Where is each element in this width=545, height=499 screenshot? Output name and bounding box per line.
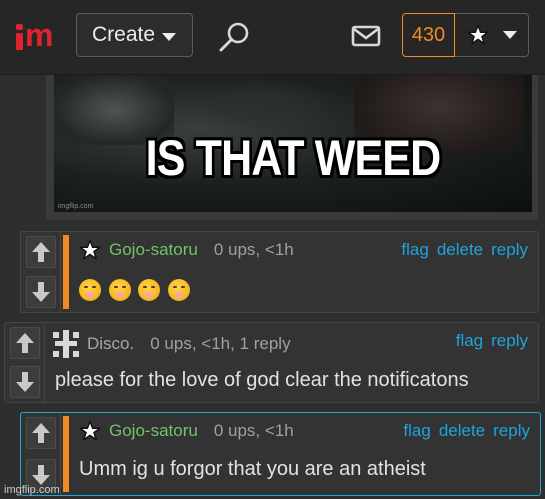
- comment-body: Umm ig u forgor that you are an atheist: [79, 458, 426, 480]
- comment-meta: 0 ups, <1h: [213, 421, 294, 440]
- user-avatar-icon: [51, 329, 81, 359]
- vote-column: [5, 323, 45, 402]
- flag-link[interactable]: flag: [456, 331, 483, 351]
- top-bar: m Create 430: [0, 0, 545, 75]
- delete-link[interactable]: delete: [439, 421, 485, 441]
- arrow-up-icon: [32, 242, 50, 262]
- create-label: Create: [92, 23, 156, 46]
- downvote-button[interactable]: [26, 276, 56, 308]
- shushing-face-icon: [167, 278, 190, 301]
- vote-column: [21, 232, 61, 312]
- reply-link[interactable]: reply: [491, 240, 528, 260]
- chevron-down-icon: [162, 32, 177, 41]
- meme-caption: IS THAT WEED: [145, 130, 442, 186]
- notification-count[interactable]: 430: [402, 13, 455, 57]
- arrow-up-icon: [32, 423, 50, 443]
- shushing-face-icon: [138, 278, 161, 301]
- op-indicator-bar: [63, 416, 69, 492]
- comment-actions: flag reply: [456, 331, 528, 351]
- comment-meta: 0 ups, <1h, 1 reply: [150, 334, 291, 353]
- username-link[interactable]: Disco.: [87, 334, 134, 354]
- comment-meta: 0 ups, <1h: [213, 240, 294, 259]
- upvote-button[interactable]: [26, 417, 56, 449]
- search-icon[interactable]: [218, 20, 252, 54]
- arrow-down-icon: [16, 372, 34, 392]
- logo-m: m: [25, 17, 53, 53]
- username-link[interactable]: Gojo-satoru: [109, 421, 198, 441]
- star-icon: [79, 239, 101, 260]
- comment: Disco. 0 ups, <1h, 1 reply flag reply pl…: [4, 322, 539, 403]
- vote-column: [21, 413, 61, 495]
- star-icon: [467, 24, 489, 45]
- create-button[interactable]: Create: [76, 13, 193, 57]
- meme-background-shape: [204, 80, 324, 130]
- imgflip-logo[interactable]: m: [16, 17, 60, 53]
- logo-i-stem: [16, 33, 23, 50]
- comment-body: [79, 278, 192, 301]
- chevron-down-icon: [503, 31, 517, 39]
- op-indicator-bar: [63, 235, 69, 309]
- comment-header: Gojo-satoru 0 ups, <1h: [79, 239, 294, 260]
- upvote-button[interactable]: [26, 236, 56, 268]
- logo-i-dot: [16, 24, 23, 30]
- imgflip-watermark: imgflip.com: [4, 484, 60, 496]
- downvote-button[interactable]: [10, 366, 40, 398]
- reply-link[interactable]: reply: [493, 421, 530, 441]
- comment-header: Disco. 0 ups, <1h, 1 reply: [51, 329, 291, 359]
- upvote-button[interactable]: [10, 327, 40, 359]
- star-icon: [79, 420, 101, 441]
- flag-link[interactable]: flag: [401, 240, 428, 260]
- user-menu-button[interactable]: [455, 13, 529, 57]
- shushing-face-icon: [108, 278, 131, 301]
- flag-link[interactable]: flag: [403, 421, 430, 441]
- meme-image[interactable]: IS THAT WEED imgflip.com: [54, 75, 532, 212]
- comment-actions: flag delete reply: [401, 240, 528, 260]
- comment-header: Gojo-satoru 0 ups, <1h: [79, 420, 294, 441]
- arrow-down-icon: [32, 465, 50, 485]
- comment-actions: flag delete reply: [403, 421, 530, 441]
- comment: Gojo-satoru 0 ups, <1h flag delete reply: [20, 231, 539, 313]
- delete-link[interactable]: delete: [437, 240, 483, 260]
- comment-body: please for the love of god clear the not…: [55, 369, 469, 391]
- comment: Gojo-satoru 0 ups, <1h flag delete reply…: [20, 412, 541, 496]
- shushing-face-icon: [79, 278, 101, 301]
- reply-link[interactable]: reply: [491, 331, 528, 351]
- username-link[interactable]: Gojo-satoru: [109, 240, 198, 260]
- arrow-down-icon: [32, 282, 50, 302]
- mail-icon[interactable]: [351, 24, 381, 48]
- arrow-up-icon: [16, 333, 34, 353]
- meme-watermark: imgflip.com: [58, 203, 94, 210]
